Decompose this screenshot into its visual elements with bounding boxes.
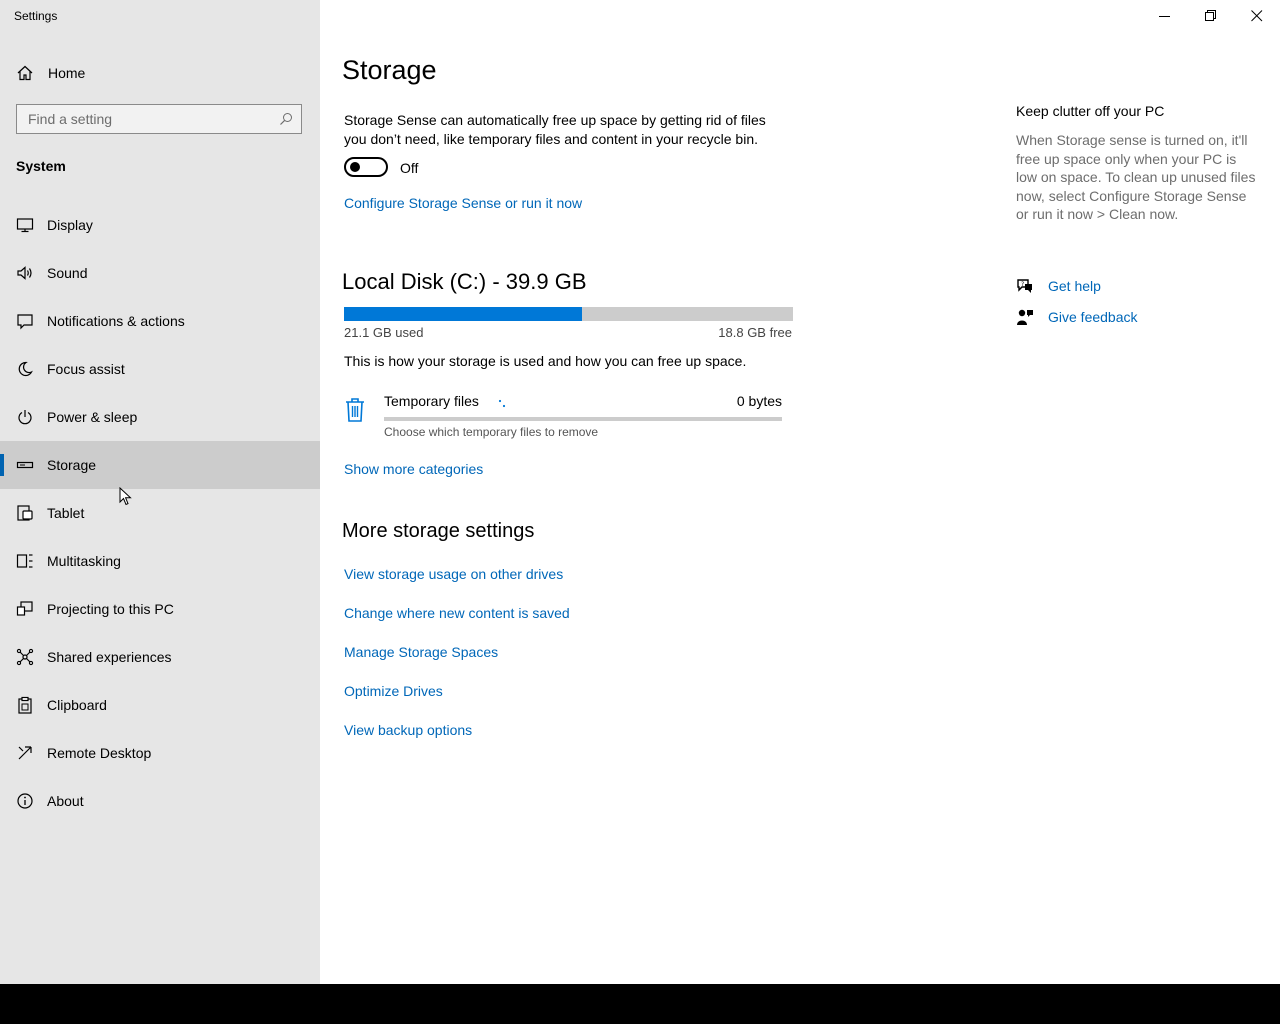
sidebar-item-remote-desktop[interactable]: Remote Desktop bbox=[0, 729, 320, 777]
svg-text:?: ? bbox=[1021, 281, 1024, 288]
storage-sense-description: Storage Sense can automatically free up … bbox=[344, 112, 766, 147]
more-storage-settings-title: More storage settings bbox=[342, 520, 535, 542]
app-title: Settings bbox=[14, 9, 58, 23]
page-title: Storage bbox=[342, 55, 437, 85]
sidebar-item-shared-experiences[interactable]: Shared experiences bbox=[0, 633, 320, 681]
category-usage-bar bbox=[384, 417, 782, 421]
change-content-location-link[interactable]: Change where new content is saved bbox=[344, 605, 570, 621]
category-size: 0 bytes bbox=[736, 393, 782, 409]
sidebar-item-label: Focus assist bbox=[47, 361, 125, 377]
trash-icon bbox=[346, 398, 364, 422]
sidebar-item-label: Shared experiences bbox=[47, 649, 172, 665]
sidebar-item-projecting-to-this-pc[interactable]: Projecting to this PC bbox=[0, 585, 320, 633]
sidebar-item-label: Remote Desktop bbox=[47, 745, 152, 761]
sidebar-item-label: Notifications & actions bbox=[47, 313, 185, 329]
power-icon bbox=[18, 410, 32, 425]
info-icon bbox=[17, 793, 33, 809]
storage-sense-toggle[interactable] bbox=[344, 157, 388, 177]
sidebar: Settings Home System Display Sound Notific… bbox=[0, 0, 320, 984]
search-box[interactable] bbox=[16, 104, 302, 134]
disk-usage-bar bbox=[344, 307, 793, 321]
disk-usage-fill bbox=[344, 307, 582, 321]
sidebar-item-label: Tablet bbox=[47, 505, 85, 521]
give-feedback-row[interactable]: Give feedback bbox=[1016, 306, 1266, 330]
sidebar-item-label: Power & sleep bbox=[47, 409, 138, 425]
projecting-icon bbox=[16, 601, 33, 616]
get-help-link[interactable]: Get help bbox=[1048, 278, 1101, 294]
sidebar-item-tablet[interactable]: Tablet bbox=[0, 489, 320, 537]
home-icon bbox=[17, 65, 33, 81]
sidebar-item-label: Display bbox=[47, 217, 93, 233]
sidebar-item-focus-assist[interactable]: Focus assist bbox=[0, 345, 320, 393]
home-label: Home bbox=[48, 65, 86, 81]
related-title: Keep clutter off your PC bbox=[1016, 103, 1165, 119]
sidebar-item-label: Projecting to this PC bbox=[47, 601, 174, 617]
view-storage-other-drives-link[interactable]: View storage usage on other drives bbox=[344, 566, 563, 582]
sidebar-item-label: Storage bbox=[47, 457, 97, 473]
disk-used-label: 21.1 GB used bbox=[344, 325, 424, 340]
sidebar-item-label: About bbox=[47, 793, 84, 809]
get-help-icon: ? bbox=[1017, 279, 1032, 293]
toggle-state-label: Off bbox=[400, 160, 419, 176]
settings-window: Settings Home System Display Sound Notific… bbox=[0, 0, 1280, 984]
feedback-icon bbox=[1017, 309, 1033, 325]
sidebar-item-sound[interactable]: Sound bbox=[0, 249, 320, 297]
configure-storage-sense-link[interactable]: Configure Storage Sense or run it now bbox=[344, 195, 582, 211]
sidebar-item-about[interactable]: About bbox=[0, 777, 320, 825]
disk-title: Local Disk (C:) - 39.9 GB bbox=[342, 269, 587, 294]
shared-experiences-icon bbox=[16, 648, 34, 666]
speaker-icon bbox=[17, 266, 32, 280]
view-backup-options-link[interactable]: View backup options bbox=[344, 722, 472, 738]
notification-icon bbox=[17, 314, 33, 330]
sidebar-item-power-and-sleep[interactable]: Power & sleep bbox=[0, 393, 320, 441]
multitasking-icon bbox=[16, 554, 33, 568]
mouse-cursor-icon bbox=[119, 487, 132, 506]
manage-storage-spaces-link[interactable]: Manage Storage Spaces bbox=[344, 644, 498, 660]
storage-explanation: This is how your storage is used and how… bbox=[344, 353, 747, 369]
related-body: When Storage sense is turned on, it'll f… bbox=[1016, 132, 1256, 223]
temporary-files-category[interactable]: Temporary files 0 bytes Choose which tem… bbox=[344, 392, 784, 442]
tablet-icon bbox=[17, 505, 33, 521]
selection-indicator bbox=[0, 454, 4, 476]
sidebar-item-label: Multitasking bbox=[47, 553, 121, 569]
get-help-row[interactable]: ? Get help bbox=[1016, 275, 1266, 299]
sidebar-item-notifications-and-actions[interactable]: Notifications & actions bbox=[0, 297, 320, 345]
disk-free-label: 18.8 GB free bbox=[718, 325, 792, 340]
section-title: System bbox=[16, 158, 66, 174]
show-more-categories-link[interactable]: Show more categories bbox=[344, 461, 483, 477]
search-input[interactable] bbox=[17, 105, 278, 133]
moon-icon bbox=[18, 361, 33, 377]
give-feedback-link[interactable]: Give feedback bbox=[1048, 309, 1138, 325]
home-nav-item[interactable]: Home bbox=[0, 50, 320, 96]
toggle-knob bbox=[350, 162, 360, 172]
sidebar-item-label: Clipboard bbox=[47, 697, 107, 713]
remote-desktop-icon bbox=[18, 746, 32, 760]
category-subtitle: Choose which temporary files to remove bbox=[384, 425, 599, 439]
optimize-drives-link[interactable]: Optimize Drives bbox=[344, 683, 443, 699]
sidebar-item-storage[interactable]: Storage bbox=[0, 441, 320, 489]
sidebar-item-label: Sound bbox=[47, 265, 88, 281]
taskbar bbox=[0, 984, 1280, 1024]
clipboard-icon bbox=[18, 696, 32, 714]
sidebar-item-clipboard[interactable]: Clipboard bbox=[0, 681, 320, 729]
loading-spinner-icon bbox=[498, 399, 506, 408]
sidebar-item-multitasking[interactable]: Multitasking bbox=[0, 537, 320, 585]
monitor-icon bbox=[16, 218, 34, 233]
search-icon[interactable] bbox=[279, 112, 293, 126]
sidebar-item-display[interactable]: Display bbox=[0, 201, 320, 249]
storage-drive-icon bbox=[16, 461, 34, 469]
main-content: Storage Storage Sense can automatically … bbox=[320, 0, 1280, 984]
category-name: Temporary files bbox=[384, 393, 479, 409]
